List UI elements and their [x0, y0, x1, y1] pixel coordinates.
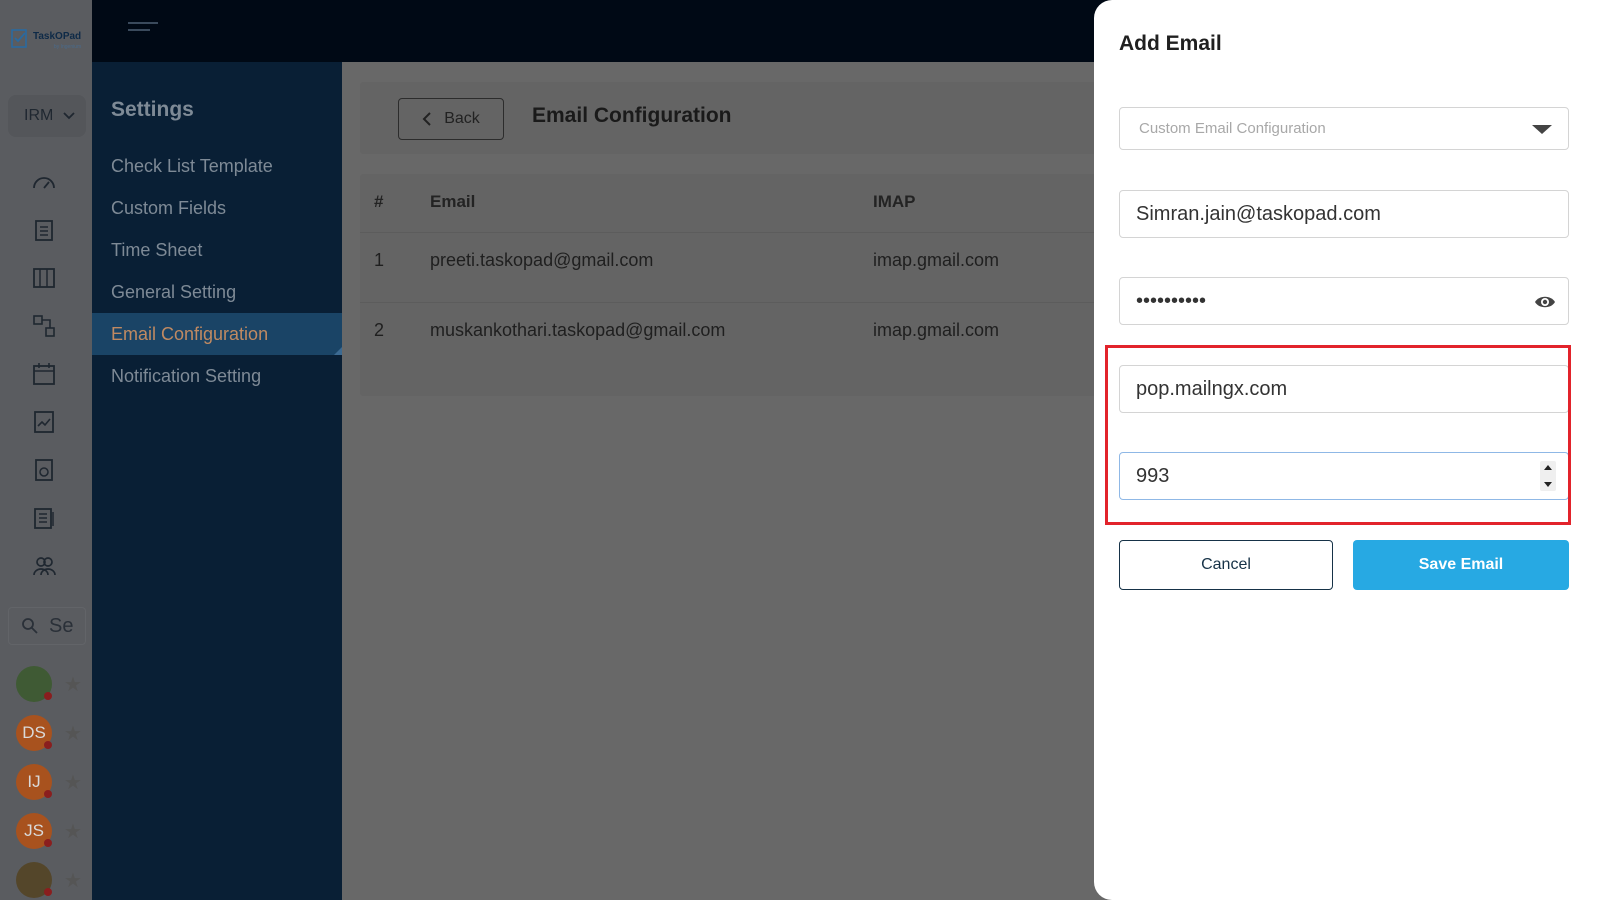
table-cell-imap: imap.gmail.com — [873, 320, 1000, 340]
table-header-index: # — [374, 192, 384, 211]
avatar: DS — [16, 715, 52, 751]
settings-item-email-configuration[interactable]: Email Configuration — [92, 313, 342, 355]
avatar — [16, 666, 52, 702]
arrow-up-icon[interactable] — [1544, 465, 1552, 470]
avatar: JS — [16, 813, 52, 849]
email-config-select[interactable]: Custom Email Configuration — [1119, 107, 1569, 150]
status-dot — [44, 692, 52, 700]
password-field-value: •••••••••• — [1136, 289, 1207, 312]
password-field[interactable]: •••••••••• — [1119, 277, 1569, 325]
email-config-select-value: Custom Email Configuration — [1139, 120, 1326, 137]
cancel-button[interactable]: Cancel — [1119, 540, 1333, 590]
email-field[interactable]: Simran.jain@taskopad.com — [1119, 190, 1569, 238]
table-cell-index: 2 — [374, 320, 385, 340]
star-icon[interactable]: ★ — [64, 819, 82, 844]
divider — [360, 302, 1110, 303]
clipboard-icon[interactable] — [30, 216, 58, 244]
status-dot — [44, 888, 52, 896]
status-dot — [44, 790, 52, 798]
back-label: Back — [444, 110, 480, 127]
chat-user-5[interactable]: ★ — [16, 860, 86, 900]
icon-rail: TaskOPad by Ingenium IRM Se ★ DS ★ IJ ★ … — [0, 0, 92, 900]
search-placeholder: Se — [49, 614, 74, 637]
avatar-initials: IJ — [27, 772, 41, 791]
chat-user-3[interactable]: IJ ★ — [16, 762, 86, 802]
avatar-initials: JS — [24, 821, 44, 840]
table-header-imap: IMAP — [873, 192, 916, 211]
caret-down-icon — [1532, 125, 1552, 134]
notes-icon[interactable] — [30, 504, 58, 532]
table-header-email: Email — [430, 192, 476, 211]
save-email-button[interactable]: Save Email — [1353, 540, 1569, 590]
chat-user-4[interactable]: JS ★ — [16, 811, 86, 851]
logo-subtext: by Ingenium — [53, 44, 82, 50]
logo-icon — [11, 29, 27, 48]
settings-item-checklist-template[interactable]: Check List Template — [92, 145, 342, 187]
divider — [360, 232, 1110, 233]
table-cell-imap: imap.gmail.com — [873, 250, 1000, 270]
settings-item-notification-setting[interactable]: Notification Setting — [92, 355, 342, 397]
modal-title: Add Email — [1119, 32, 1222, 55]
star-icon[interactable]: ★ — [64, 721, 82, 746]
workspace-select[interactable]: IRM — [8, 95, 86, 137]
settings-item-general-setting[interactable]: General Setting — [92, 271, 342, 313]
page-header: Back Email Configuration — [360, 82, 1110, 154]
eye-icon[interactable] — [1534, 291, 1556, 313]
chevron-left-icon — [422, 112, 431, 126]
server-field[interactable]: pop.mailngx.com — [1119, 365, 1569, 413]
email-table: # Email IMAP 1 preeti.taskopad@gmail.com… — [360, 174, 1110, 396]
settings-item-time-sheet[interactable]: Time Sheet — [92, 229, 342, 271]
workflow-icon[interactable] — [30, 312, 58, 340]
table-cell-index: 1 — [374, 250, 385, 270]
star-icon[interactable]: ★ — [64, 672, 82, 697]
status-dot — [44, 839, 52, 847]
settings-sidebar: Settings Check List Template Custom Fiel… — [92, 62, 342, 900]
status-dot — [44, 741, 52, 749]
add-email-panel: Add Email Custom Email Configuration Sim… — [1094, 0, 1600, 900]
report-icon[interactable] — [30, 408, 58, 436]
workspace-label: IRM — [24, 107, 54, 124]
chat-user-1[interactable]: ★ — [16, 664, 86, 704]
avatar — [16, 862, 52, 898]
board-icon[interactable] — [30, 264, 58, 292]
server-field-value: pop.mailngx.com — [1136, 377, 1288, 400]
star-icon[interactable]: ★ — [64, 868, 82, 893]
port-stepper[interactable] — [1540, 461, 1556, 491]
page-title: Email Configuration — [532, 104, 732, 127]
calendar-icon[interactable] — [30, 360, 58, 388]
chevron-down-icon — [63, 112, 75, 120]
settings-item-custom-fields[interactable]: Custom Fields — [92, 187, 342, 229]
rail-search[interactable]: Se — [8, 607, 86, 645]
timesheet-icon[interactable] — [30, 456, 58, 484]
hamburger-menu-icon[interactable] — [128, 22, 158, 40]
users-icon[interactable] — [30, 552, 58, 580]
chat-user-2[interactable]: DS ★ — [16, 713, 86, 753]
logo-text: TaskOPad — [33, 31, 82, 42]
avatar: IJ — [16, 764, 52, 800]
port-field[interactable]: 993 — [1119, 452, 1569, 500]
table-cell-email: preeti.taskopad@gmail.com — [430, 250, 654, 270]
search-icon — [22, 618, 38, 634]
port-field-value: 993 — [1136, 464, 1170, 487]
email-field-value: Simran.jain@taskopad.com — [1136, 202, 1381, 225]
star-icon[interactable]: ★ — [64, 770, 82, 795]
settings-title: Settings — [111, 98, 194, 121]
dashboard-icon[interactable] — [30, 168, 58, 196]
avatar-initials: DS — [22, 723, 46, 742]
arrow-down-icon[interactable] — [1544, 482, 1552, 487]
back-button[interactable]: Back — [398, 98, 504, 140]
app-logo[interactable]: TaskOPad by Ingenium — [10, 24, 82, 52]
table-cell-email: muskankothari.taskopad@gmail.com — [430, 320, 726, 340]
